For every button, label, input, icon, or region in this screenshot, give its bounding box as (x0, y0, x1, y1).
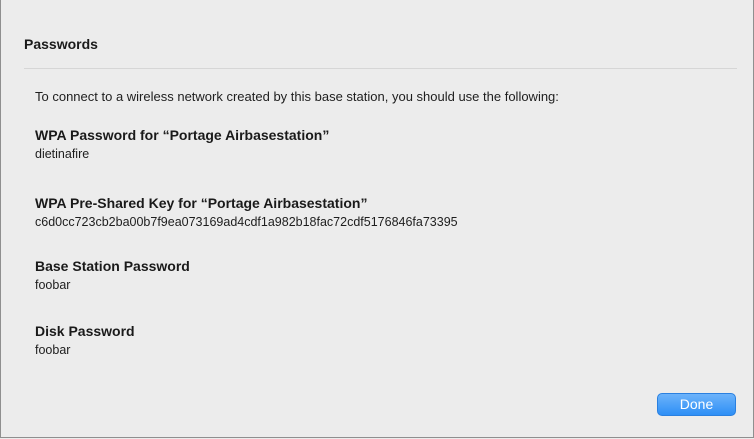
wpa-password-label: WPA Password for “Portage Airbasestation… (35, 127, 330, 143)
intro-text: To connect to a wireless network created… (35, 89, 559, 104)
disk-password-section: Disk Password foobar (35, 323, 135, 359)
header-divider (24, 68, 737, 69)
wpa-psk-section: WPA Pre-Shared Key for “Portage Airbases… (35, 195, 458, 231)
wpa-password-section: WPA Password for “Portage Airbasestation… (35, 127, 329, 163)
done-button[interactable]: Done (657, 393, 736, 416)
passwords-dialog: Passwords To connect to a wireless netwo… (0, 0, 754, 438)
disk-password-label: Disk Password (35, 323, 135, 339)
wpa-psk-label: WPA Pre-Shared Key for “Portage Airbases… (35, 195, 368, 211)
wpa-password-value: dietinafire (35, 147, 90, 161)
wpa-psk-value: c6d0cc723cb2ba00b7f9ea073169ad4cdf1a982b… (35, 215, 458, 229)
base-station-password-value: foobar (35, 278, 71, 292)
base-station-password-label: Base Station Password (35, 258, 190, 274)
disk-password-value: foobar (35, 343, 71, 357)
base-station-password-section: Base Station Password foobar (35, 258, 190, 294)
dialog-title: Passwords (24, 36, 98, 52)
